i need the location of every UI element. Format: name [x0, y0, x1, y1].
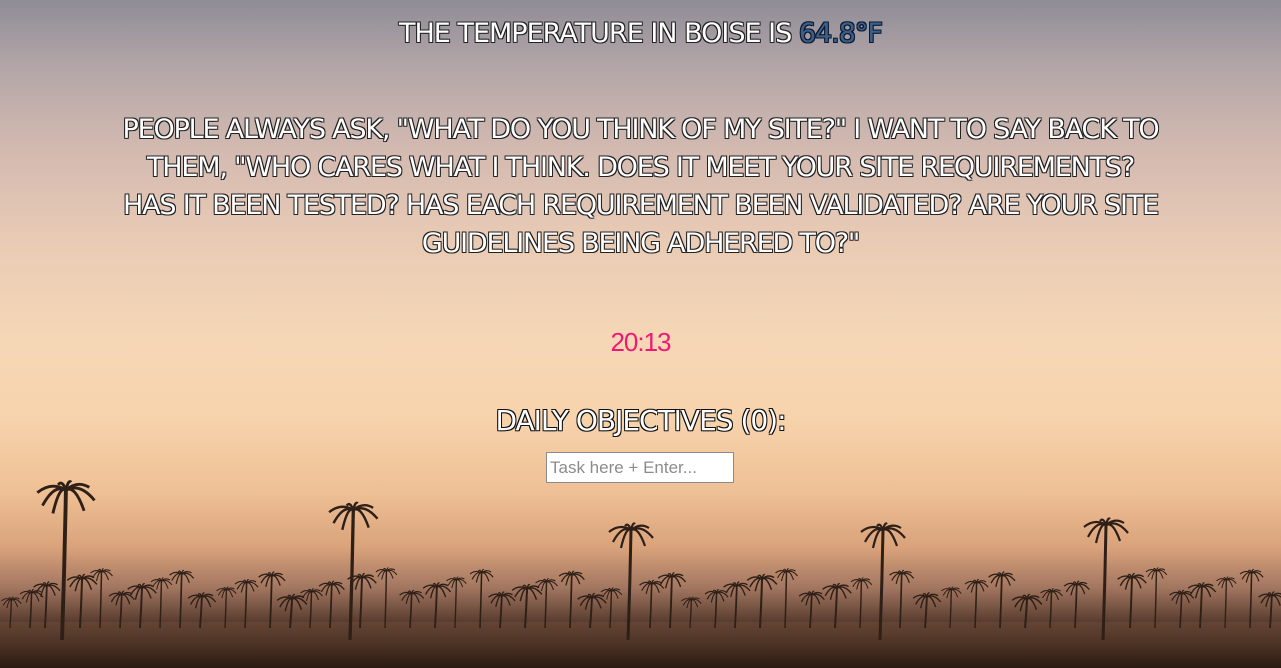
temperature-value: 64.8°F: [798, 18, 883, 49]
temperature-line: The temperature in Boise is 64.8°F: [0, 18, 1281, 49]
temperature-prefix: The temperature in Boise is: [399, 18, 799, 49]
daily-objectives-heading: Daily Objectives (0):: [495, 404, 786, 437]
task-input[interactable]: [546, 452, 734, 483]
main-content: The temperature in Boise is 64.8°F Peopl…: [0, 0, 1281, 668]
daily-quote: People always ask, "What do you think of…: [122, 114, 1160, 259]
clock-time: 20:13: [610, 327, 671, 357]
